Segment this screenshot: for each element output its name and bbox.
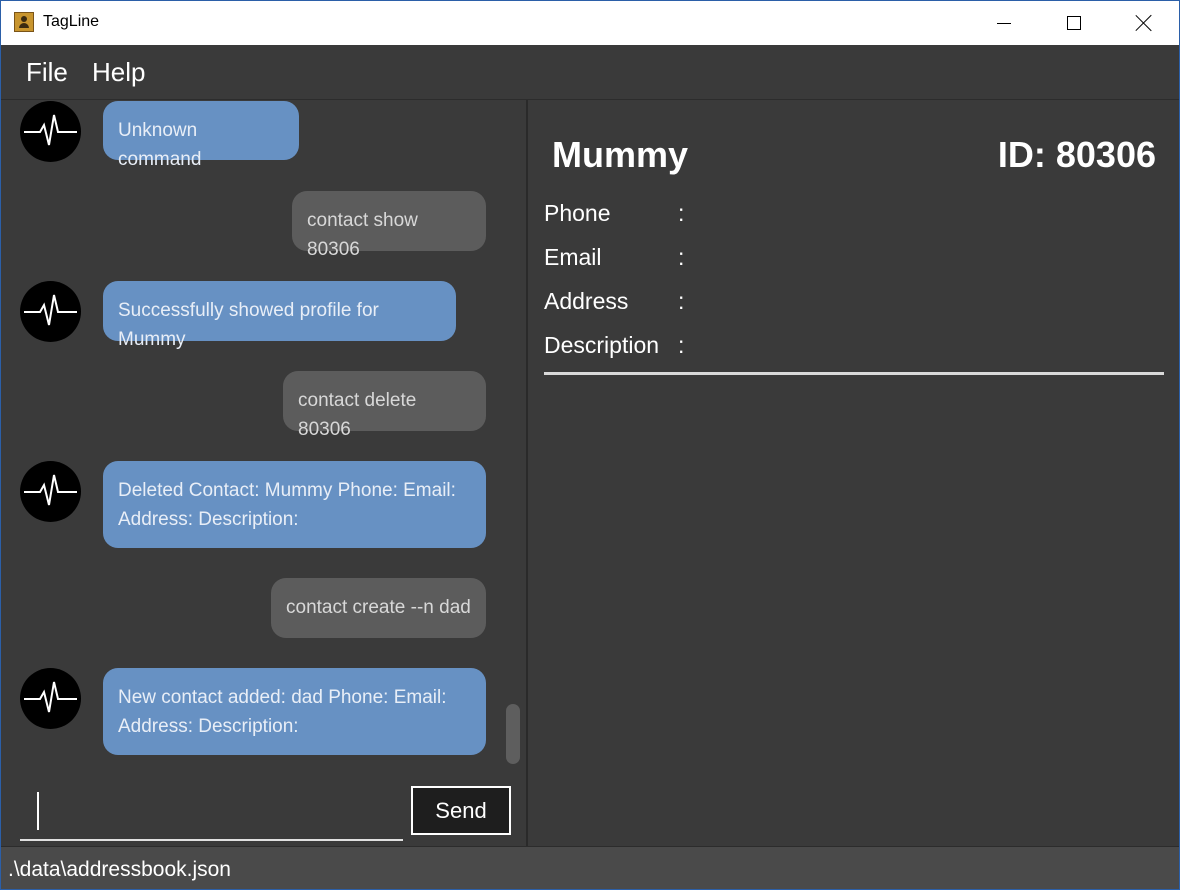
chat-message: New contact added: dad Phone: Email: Add… xyxy=(103,668,486,755)
field-label: Description xyxy=(544,332,660,358)
window-title: TagLine xyxy=(43,13,100,30)
field-label: Address xyxy=(544,288,629,314)
chat-panel: Unknown command contact show 80306 Succe… xyxy=(1,100,528,846)
field-label: Phone xyxy=(544,200,611,226)
heartbeat-icon xyxy=(24,681,77,713)
command-input[interactable] xyxy=(42,785,402,837)
bot-avatar xyxy=(20,101,81,162)
chat-message: Successfully showed profile for Mummy xyxy=(103,281,456,350)
chat-message: contact create --n dad xyxy=(271,578,486,638)
menu-help[interactable]: Help xyxy=(92,57,145,88)
field-row-description: Description : xyxy=(544,332,1144,362)
send-button[interactable]: Send xyxy=(411,786,511,835)
heartbeat-icon xyxy=(24,294,77,326)
maximize-button[interactable] xyxy=(1039,1,1109,45)
field-label: Email xyxy=(544,244,602,270)
field-separator: : xyxy=(678,200,685,226)
minimize-icon xyxy=(997,22,1011,24)
close-button[interactable] xyxy=(1109,1,1179,45)
chat-message: Unknown command xyxy=(103,101,299,170)
contact-id: ID: 80306 xyxy=(997,134,1156,175)
field-separator: : xyxy=(678,332,685,358)
field-row-address: Address : xyxy=(544,288,1144,318)
divider xyxy=(544,372,1164,375)
chat-scrollbar-thumb[interactable] xyxy=(506,704,520,764)
save-location: .\data\addressbook.json xyxy=(8,858,231,881)
chat-message: Deleted Contact: Mummy Phone: Email: Add… xyxy=(103,461,486,548)
app-window: TagLine File Help Unknown command contac… xyxy=(0,0,1180,890)
bot-avatar xyxy=(20,281,81,342)
close-icon xyxy=(1136,15,1152,31)
field-row-phone: Phone : xyxy=(544,200,1144,230)
bot-avatar xyxy=(20,461,81,522)
bot-avatar xyxy=(20,668,81,729)
contact-detail-panel: Mummy ID: 80306 Phone : Email : Address … xyxy=(528,100,1179,846)
title-bar: TagLine xyxy=(1,1,1179,45)
field-separator: : xyxy=(678,244,685,270)
contact-name: Mummy xyxy=(552,134,689,175)
text-caret xyxy=(37,792,39,830)
address-book-icon xyxy=(14,12,34,32)
maximize-icon xyxy=(1067,16,1081,30)
command-input-area[interactable] xyxy=(20,785,403,841)
chat-message: contact show 80306 xyxy=(292,191,486,260)
minimize-button[interactable] xyxy=(969,1,1039,45)
field-separator: : xyxy=(678,288,685,314)
menu-bar: File Help xyxy=(1,45,1179,100)
status-bar: .\data\addressbook.json xyxy=(1,846,1179,889)
heartbeat-icon xyxy=(24,114,77,146)
field-row-email: Email : xyxy=(544,244,1144,274)
chat-history[interactable]: Unknown command contact show 80306 Succe… xyxy=(1,100,526,780)
chat-message: contact delete 80306 xyxy=(283,371,486,440)
heartbeat-icon xyxy=(24,474,77,506)
menu-file[interactable]: File xyxy=(26,57,68,88)
